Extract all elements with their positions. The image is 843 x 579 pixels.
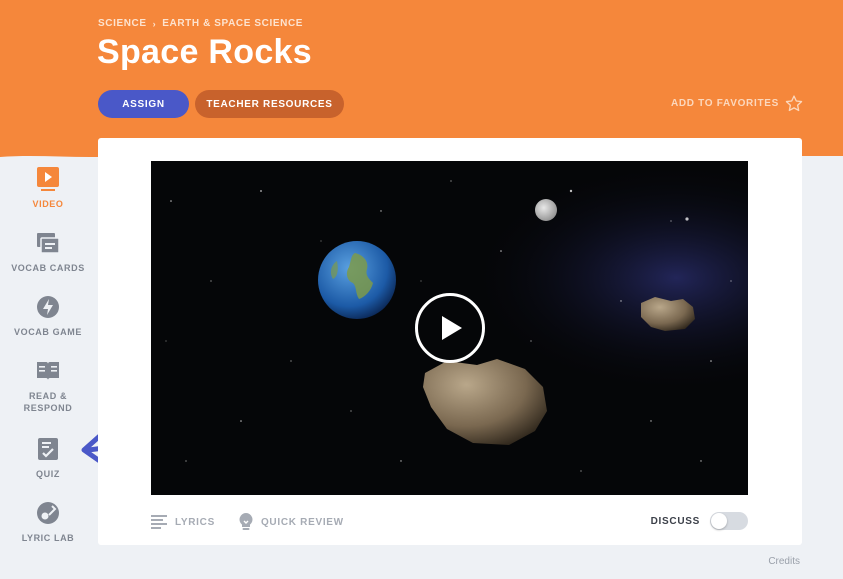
sidebar-item-vocab-cards[interactable]: VOCAB CARDS [0,230,96,274]
breadcrumb-science[interactable]: SCIENCE [98,18,147,29]
toggle-knob [711,513,727,529]
lightning-icon [35,294,61,320]
credits-link[interactable]: Credits [768,556,800,567]
sidebar-item-label: VIDEO [32,199,64,209]
breadcrumb: SCIENCE › EARTH & SPACE SCIENCE [98,18,303,29]
play-icon [442,316,462,340]
discuss-control: DISCUSS [651,512,748,530]
breadcrumb-earth-space-science[interactable]: EARTH & SPACE SCIENCE [162,18,303,29]
quick-review-button[interactable]: QUICK REVIEW [239,513,344,531]
sidebar-item-lyric-lab[interactable]: LYRIC LAB [0,500,96,544]
sidebar-item-label: VOCAB GAME [13,327,82,337]
sidebar-item-label: VOCAB CARDS [11,263,85,273]
sidebar-item-label: READ & RESPOND [23,391,73,413]
sidebar-item-vocab-game[interactable]: VOCAB GAME [0,294,96,338]
play-button[interactable] [415,293,485,363]
guitar-icon [35,500,61,526]
page-header: SCIENCE › EARTH & SPACE SCIENCE Space Ro… [0,0,843,156]
video-icon [35,166,61,192]
book-icon [35,358,61,384]
video-player[interactable] [151,161,748,495]
video-controls: LYRICS QUICK REVIEW DISCUSS [151,510,748,534]
add-to-favorites-button[interactable]: ADD TO FAVORITES [671,95,803,112]
teacher-resources-button[interactable]: TEACHER RESOURCES [195,90,344,118]
sidebar-item-label: LYRIC LAB [21,533,75,543]
discuss-toggle[interactable] [710,512,748,530]
quick-review-label: QUICK REVIEW [260,516,344,528]
star-outline-icon [785,95,803,112]
lyrics-button[interactable]: LYRICS [151,515,215,529]
moon-image [535,199,557,221]
assign-button[interactable]: ASSIGN [98,90,189,118]
discuss-label: DISCUSS [650,515,700,527]
sidebar-item-label: QUIZ [36,469,60,479]
add-to-favorites-label: ADD TO FAVORITES [670,98,779,109]
breadcrumb-separator: › [152,18,157,29]
sidebar-item-video[interactable]: VIDEO [0,166,96,210]
lines-icon [151,515,167,529]
lyrics-label: LYRICS [175,516,215,528]
page-title: Space Rocks [97,33,312,71]
quiz-icon [35,436,61,462]
vocab-cards-icon [35,230,61,256]
lightbulb-icon [239,513,253,530]
